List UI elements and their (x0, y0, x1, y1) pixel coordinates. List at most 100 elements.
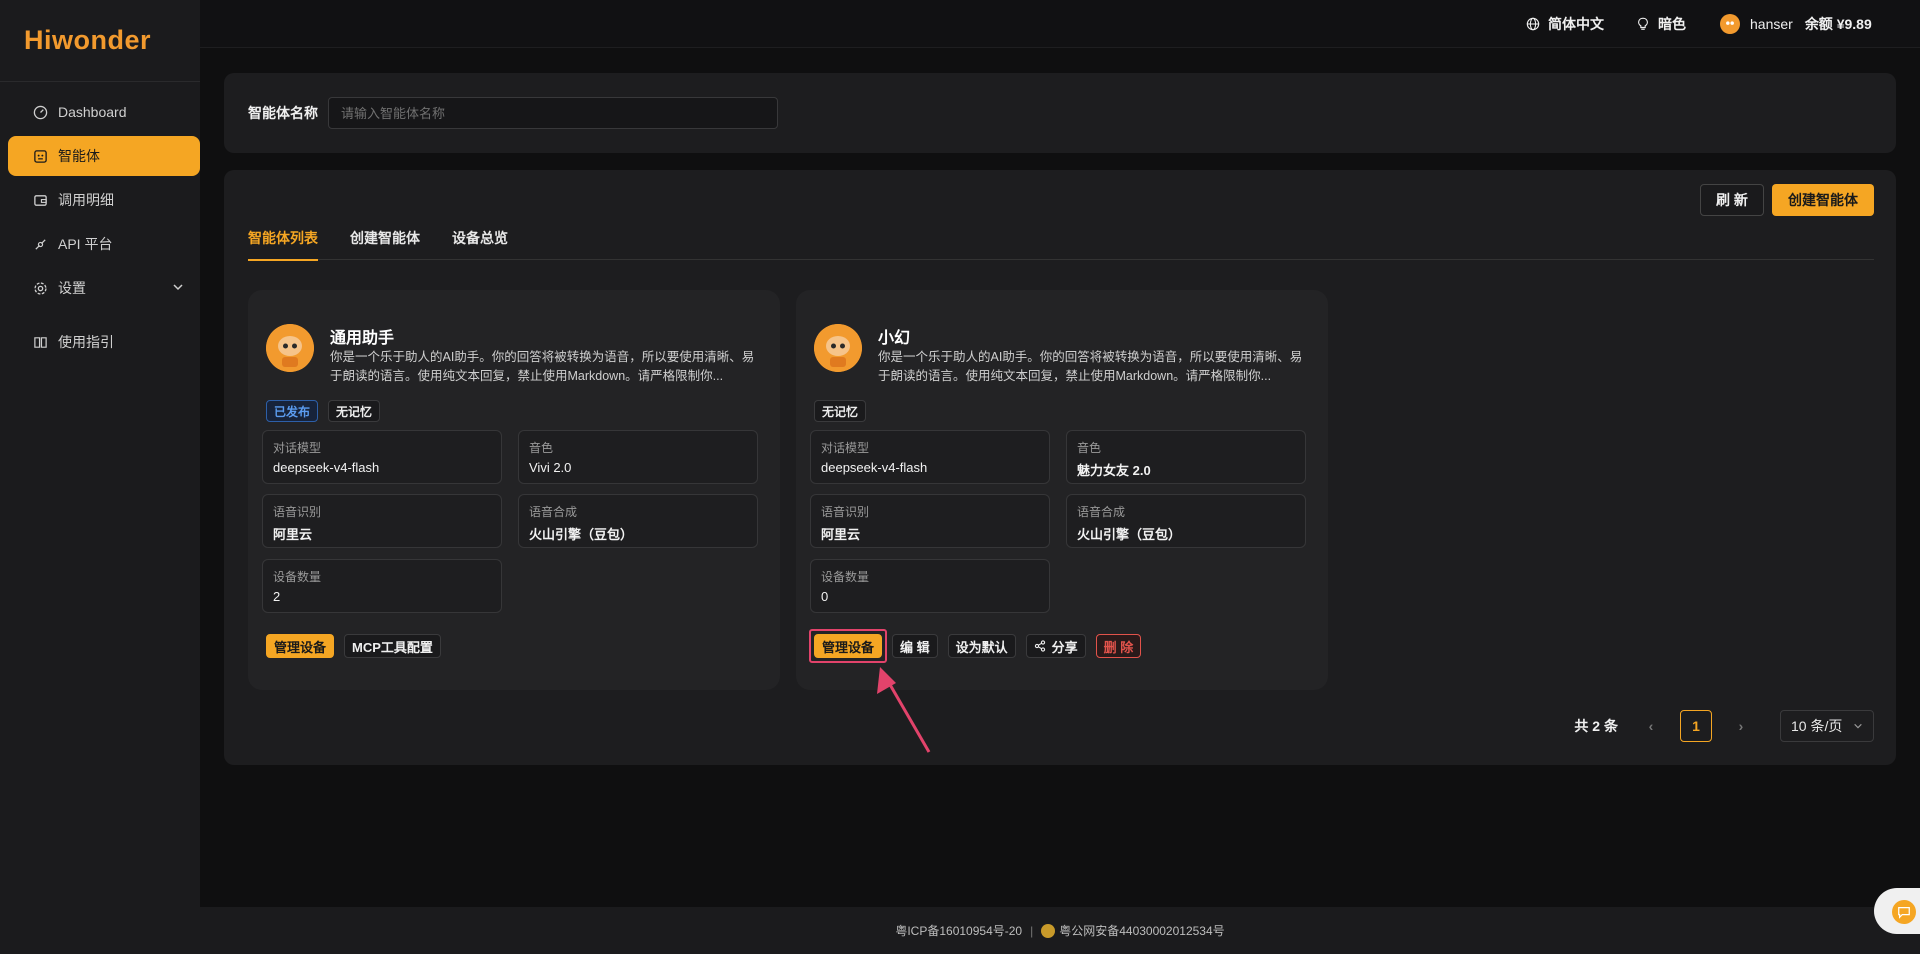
sidebar-item-label: 调用明细 (58, 192, 114, 208)
agent-actions: 管理设备 编 辑 设为默认 分享 删 除 (809, 629, 1142, 663)
sidebar-item-usage[interactable]: 调用明细 (8, 180, 200, 220)
footer: 粤ICP备16010954号-20 | 粤公网安备44030002012534号 (200, 907, 1920, 954)
agent-description: 你是一个乐于助人的AI助手。你的回答将被转换为语音，所以要使用清晰、易于朗读的语… (330, 350, 755, 383)
gear-icon (32, 280, 48, 296)
share-label: 分享 (1051, 639, 1078, 655)
field-value: 阿里云 (821, 527, 861, 542)
page-number[interactable]: 1 (1680, 710, 1712, 742)
sidebar-item-label: Dashboard (58, 104, 127, 120)
pagination: 共 2 条 ‹ 1 › 10 条/页 (1574, 710, 1874, 742)
prev-page-icon[interactable]: ‹ (1636, 718, 1666, 734)
agent-icon (32, 148, 48, 164)
field-value: 火山引擎（豆包） (529, 527, 634, 542)
tab-device-overview[interactable]: 设备总览 (452, 216, 508, 260)
voice-field: 音色 魅力女友 2.0 (1066, 430, 1306, 484)
username: hanser (1750, 16, 1793, 32)
sidebar-item-api[interactable]: API 平台 (8, 224, 200, 264)
language-switcher[interactable]: 简体中文 (1526, 0, 1604, 48)
edit-button[interactable]: 编 辑 (892, 634, 938, 658)
memory-badge: 无记忆 (328, 400, 381, 422)
sidebar-item-dashboard[interactable]: Dashboard (8, 92, 200, 132)
model-field: 对话模型 deepseek-v4-flash (810, 430, 1050, 484)
brand-logo[interactable]: Hiwonder (0, 0, 200, 82)
field-value: Vivi 2.0 (529, 460, 572, 475)
agent-name: 通用助手 (330, 330, 395, 347)
tts-field: 语音合成 火山引擎（豆包） (518, 494, 758, 548)
api-icon (32, 236, 48, 252)
field-label: 语音识别 (821, 505, 870, 519)
chat-icon (1892, 900, 1916, 924)
share-icon (1034, 640, 1046, 652)
police-record[interactable]: 粤公网安备44030002012534号 (1059, 922, 1224, 939)
delete-button[interactable]: 删 除 (1095, 634, 1142, 658)
mcp-config-button[interactable]: MCP工具配置 (344, 634, 441, 658)
field-value: 阿里云 (273, 527, 313, 542)
tts-field: 语音合成 火山引擎（豆包） (1066, 494, 1306, 548)
balance: 余额 ¥9.89 (1804, 16, 1872, 32)
avatar (1720, 14, 1740, 34)
bulb-icon (1636, 17, 1650, 31)
manage-devices-button[interactable]: 管理设备 (266, 634, 335, 658)
field-label: 设备数量 (821, 570, 870, 584)
dashboard-icon (32, 104, 48, 120)
logo-text: Hiwonder (24, 25, 152, 55)
agent-description: 你是一个乐于助人的AI助手。你的回答将被转换为语音，所以要使用清晰、易于朗读的语… (878, 350, 1303, 383)
create-agent-button[interactable]: 创建智能体 (1772, 184, 1874, 216)
agent-name: 小幻 (878, 330, 911, 347)
user-menu[interactable]: hanser 余额 ¥9.89 (1720, 0, 1872, 48)
sidebar-item-settings[interactable]: 设置 (8, 268, 200, 308)
agent-tags: 已发布 无记忆 (266, 400, 381, 422)
sidebar: Hiwonder Dashboard 智能体 调用明细 API 平台 设置 使用… (0, 0, 200, 954)
tab-agent-list[interactable]: 智能体列表 (248, 216, 318, 261)
sidebar-item-label: API 平台 (58, 236, 113, 252)
total-count: 共 2 条 (1574, 718, 1618, 734)
next-page-icon[interactable]: › (1726, 718, 1756, 734)
app-root: Hiwonder Dashboard 智能体 调用明细 API 平台 设置 使用… (0, 0, 1920, 954)
top-bar: 简体中文 暗色 hanser 余额 ¥9.89 (200, 0, 1920, 48)
page-size-select[interactable]: 10 条/页 (1780, 710, 1874, 742)
field-label: 语音合成 (529, 505, 578, 519)
language-label: 简体中文 (1548, 16, 1604, 32)
tab-create-agent[interactable]: 创建智能体 (350, 216, 420, 260)
field-value: deepseek-v4-flash (821, 460, 928, 475)
footer-separator: | (1030, 923, 1034, 938)
sidebar-nav: Dashboard 智能体 调用明细 API 平台 设置 使用指引 (0, 82, 200, 362)
asr-field: 语音识别 阿里云 (262, 494, 502, 548)
sidebar-item-agents[interactable]: 智能体 (8, 136, 200, 176)
filter-panel: 智能体名称 (224, 73, 1896, 153)
globe-icon (1526, 17, 1540, 31)
police-badge-icon (1041, 923, 1056, 938)
robot-avatar-icon (266, 324, 314, 372)
field-label: 语音识别 (273, 505, 322, 519)
field-label: 设备数量 (273, 570, 322, 584)
sidebar-item-label: 设置 (58, 280, 86, 296)
share-button[interactable]: 分享 (1025, 634, 1086, 658)
voice-field: 音色 Vivi 2.0 (518, 430, 758, 484)
set-default-button[interactable]: 设为默认 (947, 634, 1016, 658)
refresh-button[interactable]: 刷 新 (1700, 184, 1764, 216)
manage-devices-label: 管理设备 (822, 639, 875, 655)
chat-button[interactable] (1874, 888, 1920, 934)
agent-name-input[interactable] (328, 97, 778, 129)
agent-card: 小幻 你是一个乐于助人的AI助手。你的回答将被转换为语音，所以要使用清晰、易于朗… (796, 290, 1328, 690)
status-badge: 已发布 (266, 400, 319, 422)
theme-switcher[interactable]: 暗色 (1636, 0, 1686, 48)
field-value: 2 (273, 589, 281, 604)
field-value: 0 (821, 589, 829, 604)
wallet-icon (32, 192, 48, 208)
agent-name-label: 智能体名称 (248, 105, 318, 121)
chevron-down-icon (172, 280, 184, 296)
field-value: 火山引擎（豆包） (1077, 527, 1182, 542)
field-label: 音色 (1077, 441, 1102, 455)
sidebar-item-guide[interactable]: 使用指引 (8, 322, 200, 362)
book-icon (32, 334, 48, 350)
model-field: 对话模型 deepseek-v4-flash (262, 430, 502, 484)
manage-devices-button[interactable]: 管理设备 (809, 629, 888, 663)
theme-label: 暗色 (1658, 16, 1686, 32)
page-size-value: 10 条/页 (1791, 718, 1843, 734)
device-count-field: 设备数量 2 (262, 559, 502, 613)
asr-field: 语音识别 阿里云 (810, 494, 1050, 548)
icp-record[interactable]: 粤ICP备16010954号-20 (895, 922, 1022, 939)
sidebar-item-label: 智能体 (58, 148, 100, 164)
tab-bar: 智能体列表 创建智能体 设备总览 (248, 216, 1874, 261)
